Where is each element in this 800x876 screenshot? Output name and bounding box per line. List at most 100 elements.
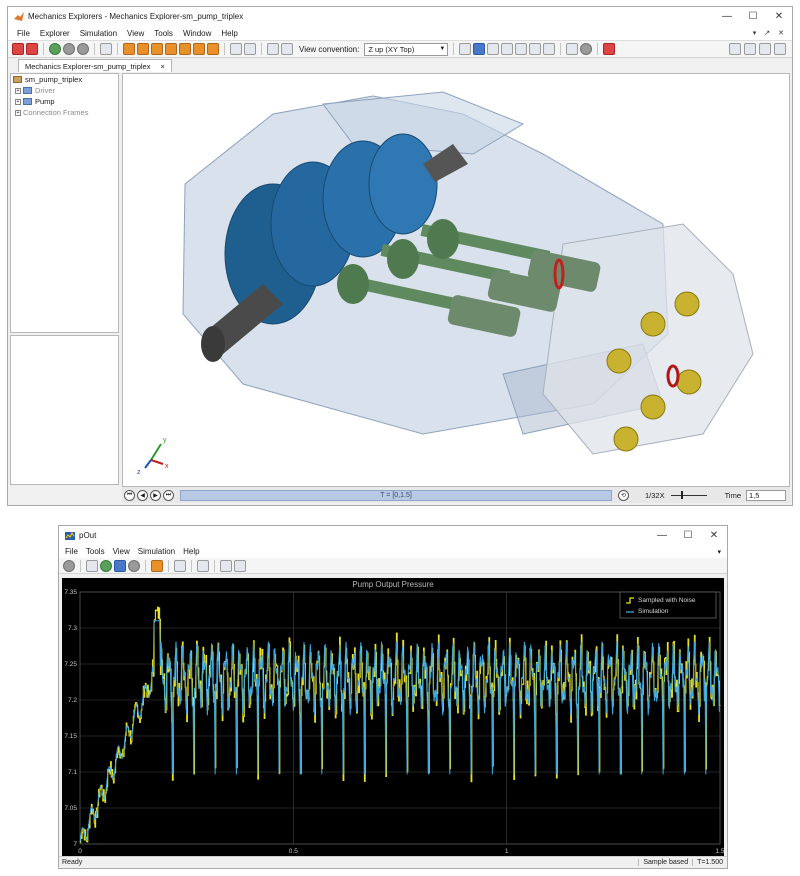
menu-window[interactable]: Window xyxy=(178,29,216,38)
view-bottom-icon[interactable] xyxy=(193,43,205,55)
highlight-simulink-icon[interactable] xyxy=(151,559,163,572)
skip-forward-button[interactable]: ⏭ xyxy=(163,489,174,501)
rotate-icon[interactable] xyxy=(487,43,500,55)
close-button[interactable]: ✕ xyxy=(701,530,727,541)
view-iso-icon[interactable] xyxy=(207,43,219,55)
center-of-mass-icon[interactable] xyxy=(580,43,593,55)
tree-item-driver[interactable]: + Driver xyxy=(11,85,118,96)
view-left-icon[interactable] xyxy=(151,43,163,55)
close-button[interactable]: ✕ xyxy=(766,11,792,22)
frames-icon[interactable] xyxy=(566,43,579,55)
expand-icon[interactable]: + xyxy=(15,98,21,105)
dock-arrow-icon[interactable]: ▾ xyxy=(717,548,727,556)
menu-file[interactable]: File xyxy=(12,29,35,38)
run-icon[interactable] xyxy=(49,43,61,55)
rate-slider[interactable] xyxy=(670,490,707,499)
model-icon xyxy=(13,76,22,83)
autoscale-icon[interactable] xyxy=(197,559,209,572)
triad-z-label: z xyxy=(137,469,141,476)
tree-item-pump[interactable]: + Pump xyxy=(11,96,118,107)
minimize-button[interactable]: — xyxy=(649,530,675,541)
menu-help[interactable]: Help xyxy=(179,547,203,556)
tile-all-icon[interactable] xyxy=(729,43,741,55)
toolbar-separator xyxy=(145,559,146,572)
dock-close-icon[interactable]: ✕ xyxy=(778,29,784,37)
loop-button[interactable]: ⟲ xyxy=(618,489,629,501)
float-icon[interactable] xyxy=(774,43,786,55)
tile-left-right-icon[interactable] xyxy=(744,43,756,55)
tile-top-bottom-icon[interactable] xyxy=(759,43,771,55)
menu-file[interactable]: File xyxy=(61,547,82,556)
time-input[interactable]: 1,5 xyxy=(746,489,786,501)
record-icon[interactable] xyxy=(603,43,616,55)
scope-plot-area[interactable]: Pump Output Pressure 0 0.5 1 1.5 7 7.05 7.1 7.1… xyxy=(62,578,725,856)
rate-slider-knob[interactable] xyxy=(680,490,683,499)
select-icon[interactable] xyxy=(473,43,486,55)
undock-icon[interactable]: ↗ xyxy=(764,29,770,37)
scope-logo-icon xyxy=(65,531,75,540)
y-tick-label: 7.1 xyxy=(68,769,77,776)
crank-pin xyxy=(427,219,459,259)
view-back-icon[interactable] xyxy=(137,43,149,55)
stop-icon[interactable] xyxy=(128,559,140,572)
legend: Sampled with Noise Simulation xyxy=(619,591,717,619)
minimize-button[interactable]: — xyxy=(714,11,740,22)
y-tick-label: 7.05 xyxy=(64,805,77,812)
layout-split-icon[interactable] xyxy=(244,43,256,55)
menu-simulation[interactable]: Simulation xyxy=(75,29,122,38)
menu-view[interactable]: View xyxy=(122,29,149,38)
settings-icon[interactable] xyxy=(63,559,75,572)
view-convention-select[interactable]: Z up (XY Top) ▼ xyxy=(364,42,449,56)
menu-tools[interactable]: Tools xyxy=(149,29,178,38)
roll-icon[interactable] xyxy=(501,43,514,55)
skip-back-button[interactable]: ⏮ xyxy=(124,489,135,501)
split-vertical-icon[interactable] xyxy=(281,43,293,55)
timeline-slider[interactable]: T = [0,1.5] xyxy=(180,489,612,501)
playback-bar: ⏮ ◀ ▶ ⏭ T = [0,1.5] ⟲ 1/32X Time 1,5 xyxy=(122,487,790,503)
cursor-measure-icon[interactable] xyxy=(234,559,246,572)
play-button[interactable]: ▶ xyxy=(150,489,161,501)
maximize-button[interactable]: ☐ xyxy=(740,11,766,22)
save-icon[interactable] xyxy=(26,43,38,55)
pause-icon[interactable] xyxy=(63,43,75,55)
mech-title-bar: Mechanics Explorers - Mechanics Explorer… xyxy=(8,7,792,26)
y-tick-label: 7 xyxy=(73,841,77,848)
dock-arrow-icon[interactable]: ▾ xyxy=(753,29,757,37)
menu-help[interactable]: Help xyxy=(216,29,242,38)
plot-background xyxy=(62,578,724,856)
toolbar-separator xyxy=(43,43,44,55)
tab-mechanics-explorer[interactable]: Mechanics Explorer-sm_pump_triplex × xyxy=(18,59,172,72)
3d-viewport[interactable]: y x z xyxy=(122,73,790,487)
maximize-button[interactable]: ☐ xyxy=(675,530,701,541)
tree-item-connection-frames[interactable]: + Connection Frames xyxy=(11,107,118,118)
open-icon[interactable] xyxy=(12,43,24,55)
zoom-icon[interactable] xyxy=(174,559,186,572)
split-horizontal-icon[interactable] xyxy=(267,43,279,55)
toolbar-separator xyxy=(560,43,562,55)
menu-explorer[interactable]: Explorer xyxy=(35,29,75,38)
run-icon[interactable] xyxy=(100,559,112,572)
view-right-icon[interactable] xyxy=(165,43,177,55)
stop-icon[interactable] xyxy=(77,43,89,55)
pan-icon[interactable] xyxy=(515,43,528,55)
step-back-button[interactable]: ◀ xyxy=(137,489,148,501)
step-forward-icon[interactable] xyxy=(114,559,126,572)
zoom-icon[interactable] xyxy=(529,43,542,55)
step-back-icon[interactable] xyxy=(86,559,98,572)
zoom-box-icon[interactable] xyxy=(543,43,556,55)
menu-tools[interactable]: Tools xyxy=(82,547,109,556)
triggers-icon[interactable] xyxy=(220,559,232,572)
menu-simulation[interactable]: Simulation xyxy=(134,547,179,556)
view-front-icon[interactable] xyxy=(123,43,135,55)
expand-icon[interactable]: + xyxy=(15,109,21,116)
highlight-icon[interactable] xyxy=(459,43,472,55)
layout-single-icon[interactable] xyxy=(230,43,242,55)
triad-y-label: y xyxy=(163,437,167,444)
expand-icon[interactable]: + xyxy=(15,87,21,94)
menu-view[interactable]: View xyxy=(109,547,134,556)
view-top-icon[interactable] xyxy=(179,43,191,55)
playback-rate: 1/32X xyxy=(645,490,665,500)
fit-to-view-icon[interactable] xyxy=(100,43,112,55)
tab-close-icon[interactable]: × xyxy=(160,62,164,71)
tree-root[interactable]: sm_pump_triplex xyxy=(11,74,118,85)
